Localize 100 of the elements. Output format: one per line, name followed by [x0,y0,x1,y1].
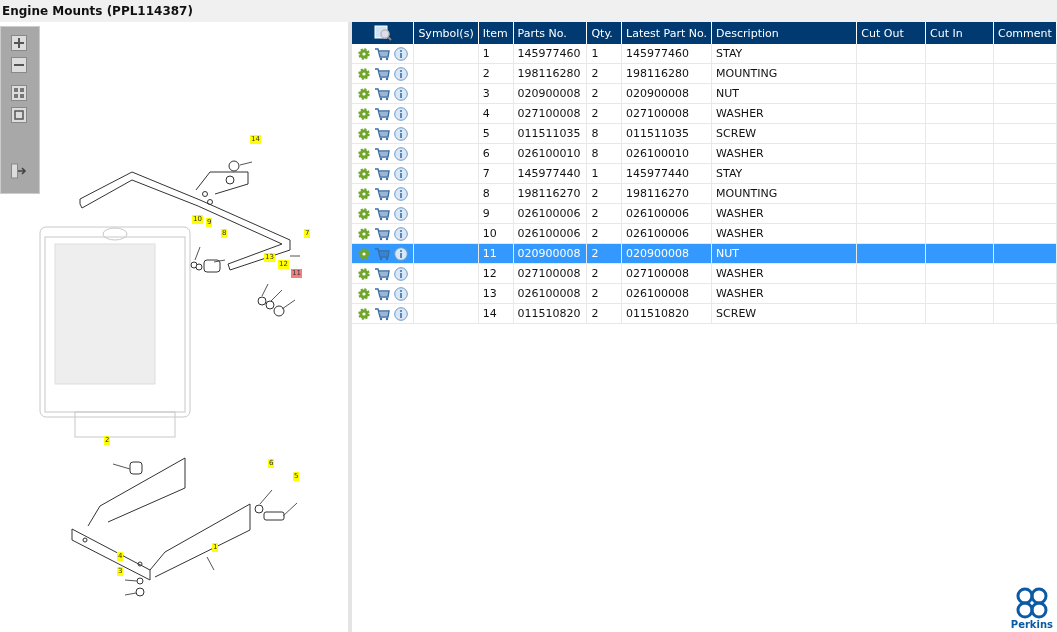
table-cell: 145977460 [621,44,712,64]
cart-icon[interactable] [374,146,390,161]
parts-row[interactable]: 7 145977440 1 145977440 STAY [352,163,1057,184]
table-cell: 027100008 [513,103,587,124]
logo-icon [1014,587,1049,619]
zoom-out-icon[interactable] [11,57,27,73]
info-icon[interactable] [394,286,408,301]
info-icon[interactable] [394,306,408,321]
mounting-drawing [203,259,221,273]
table-cell: MOUNTING [711,63,857,84]
table-cell: 198116270 [513,183,587,204]
info-icon[interactable] [394,206,408,221]
info-icon[interactable] [394,266,408,281]
table-cell: 026100006 [621,223,712,244]
gear-icon[interactable] [358,207,370,220]
column-header[interactable]: Qty. [586,22,622,44]
info-icon[interactable] [394,106,408,121]
gear-icon[interactable] [358,227,370,240]
table-cell: 14 [478,303,514,324]
cart-icon[interactable] [374,266,390,281]
leader-line [124,579,138,582]
gear-icon[interactable] [358,67,370,80]
column-header[interactable]: Item [478,22,514,44]
zoom-in-icon[interactable] [11,35,27,51]
table-cell: 1 [586,44,622,64]
table-cell: 6 [478,143,514,164]
cart-icon[interactable] [374,46,390,61]
column-header[interactable]: Cut In [925,22,994,44]
column-header[interactable]: Comment [993,22,1057,44]
info-icon[interactable] [394,166,408,181]
gear-icon[interactable] [358,247,370,260]
info-icon[interactable] [394,126,408,141]
gear-icon[interactable] [358,147,370,160]
parts-row[interactable]: 8 198116270 2 198116270 MOUNTING [352,183,1057,204]
table-cell: 145977440 [513,163,587,184]
cart-icon[interactable] [374,206,390,221]
cart-icon[interactable] [374,106,390,121]
info-icon[interactable] [394,86,408,101]
column-header[interactable]: Cut Out [856,22,926,44]
gear-icon[interactable] [358,307,370,320]
cart-icon[interactable] [374,86,390,101]
table-cell: WASHER [711,223,857,244]
table-cell: 9 [478,203,514,224]
table-cell: 011511035 [621,123,712,144]
info-icon[interactable] [394,186,408,201]
column-header[interactable]: Symbol(s) [413,22,479,44]
table-cell: WASHER [711,203,857,224]
table-cell: 020900008 [621,83,712,104]
table-cell: 026100008 [621,283,712,304]
table-cell: 2 [586,223,622,244]
grid-icon[interactable] [11,85,27,101]
table-cell: 026100010 [513,143,587,164]
gear-icon[interactable] [358,107,370,120]
parts-row[interactable]: 2 198116280 2 198116280 MOUNTING [352,63,1057,84]
washer-drawing [254,504,264,514]
parts-row[interactable]: 10 026100006 2 026100006 WASHER [352,223,1057,244]
gear-icon[interactable] [358,167,370,180]
parts-row[interactable]: 6 026100010 8 026100010 WASHER [352,143,1057,164]
gear-icon[interactable] [358,267,370,280]
search-image-icon[interactable] [373,25,392,41]
parts-row[interactable]: 9 026100006 2 026100006 WASHER [352,203,1057,224]
table-cell: 2 [586,303,622,324]
info-icon[interactable] [394,246,408,261]
parts-row[interactable]: 3 020900008 2 020900008 NUT [352,83,1057,104]
cart-icon[interactable] [374,306,390,321]
info-icon[interactable] [394,46,408,61]
parts-row[interactable]: 4 027100008 2 027100008 WASHER [352,103,1057,124]
parts-row[interactable]: 12 027100008 2 027100008 WASHER [352,263,1057,284]
table-cell: 145977460 [513,44,587,64]
column-header[interactable]: Parts No. [513,22,587,44]
cart-icon[interactable] [374,286,390,301]
cart-icon[interactable] [374,66,390,81]
table-cell: 8 [586,123,622,144]
table-cell: WASHER [711,143,857,164]
column-header[interactable]: Description [711,22,857,44]
info-icon[interactable] [394,226,408,241]
cart-icon[interactable] [374,126,390,141]
gear-icon[interactable] [358,127,370,140]
table-cell: NUT [711,83,857,104]
cart-icon[interactable] [374,226,390,241]
gear-icon[interactable] [358,287,370,300]
info-icon[interactable] [394,146,408,161]
info-icon[interactable] [394,66,408,81]
fit-icon[interactable] [11,107,27,123]
table-cell: 011510820 [621,303,712,324]
cart-icon[interactable] [374,186,390,201]
expand-panel-icon[interactable] [11,163,27,179]
parts-row[interactable]: 13 026100008 2 026100008 WASHER [352,283,1057,304]
parts-row[interactable]: 14 011510820 2 011510820 SCREW [352,303,1057,324]
table-cell: 2 [586,283,622,304]
gear-icon[interactable] [358,47,370,60]
parts-row[interactable]: 5 011511035 8 011511035 SCREW [352,123,1057,144]
gear-icon[interactable] [358,187,370,200]
table-cell: 8 [478,183,514,204]
column-header[interactable]: Latest Part No. [621,22,712,44]
table-cell: 2 [586,203,622,224]
cart-icon[interactable] [374,166,390,181]
table-cell: 011511035 [513,123,587,144]
parts-row[interactable]: 1 145977460 1 145977460 STAY [352,44,1057,64]
gear-icon[interactable] [358,87,370,100]
